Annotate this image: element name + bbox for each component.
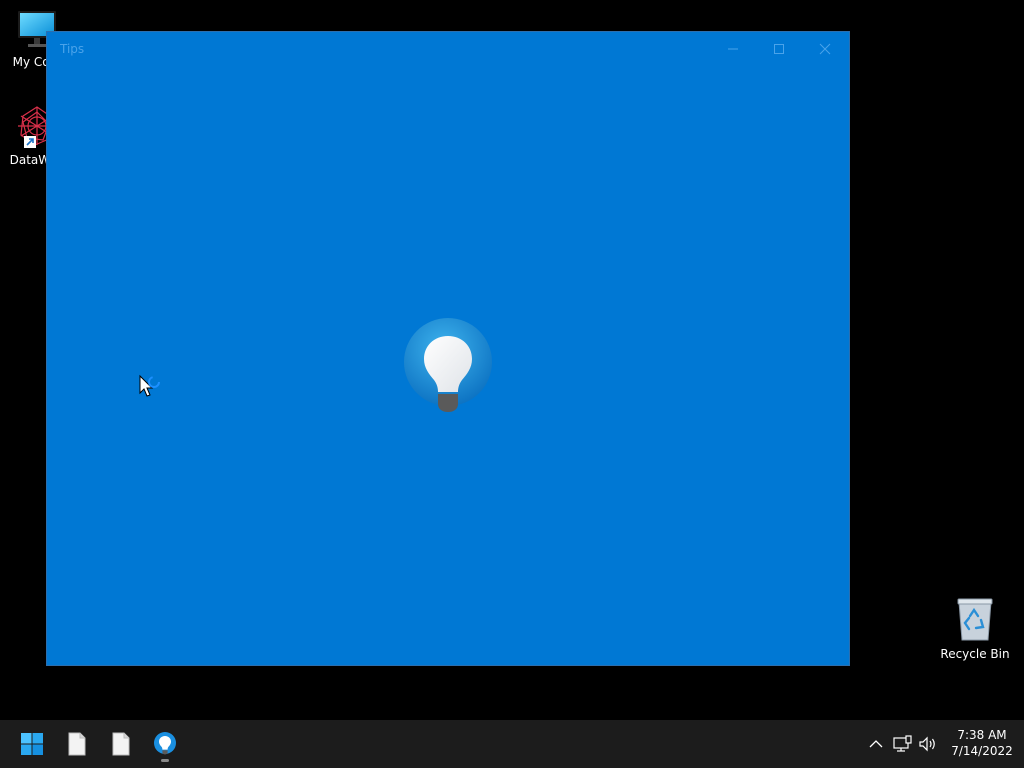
taskbar-tips-button[interactable] [145,724,185,764]
desktop-icon-label: Recycle Bin [940,647,1010,661]
busy-cursor-icon [139,374,160,397]
desktop-icon-recycle-bin[interactable]: Recycle Bin [937,596,1013,661]
start-button[interactable] [12,724,52,764]
maximize-button[interactable] [756,32,802,65]
taskbar: 7:38 AM 7/14/2022 [0,720,1024,768]
clock[interactable]: 7:38 AM 7/14/2022 [944,727,1020,759]
title-bar[interactable]: Tips [47,32,849,65]
clock-time: 7:38 AM [957,728,1007,742]
minimize-button[interactable] [710,32,756,65]
minimize-icon [728,48,738,49]
file-icon [112,732,130,756]
window-title: Tips [60,42,85,56]
network-button[interactable] [891,732,915,756]
chevron-up-icon [869,740,883,748]
network-icon [893,735,912,752]
volume-button[interactable] [916,732,940,756]
file-icon [68,732,86,756]
desktop: My Com DataWag Recycle Bin Tips [0,0,1024,720]
close-button[interactable] [802,32,848,65]
tips-lightbulb-icon [154,732,176,755]
clock-date: 7/14/2022 [951,744,1013,758]
taskbar-file-button[interactable] [101,724,141,764]
tips-window[interactable]: Tips [47,32,849,665]
volume-icon [919,736,935,752]
taskbar-file-button[interactable] [57,724,97,764]
windows-start-icon [21,733,43,755]
lightbulb-icon [404,318,492,412]
maximize-icon [774,43,784,54]
recycle-bin-icon [957,598,993,641]
close-icon [819,43,831,54]
show-hidden-icons-button[interactable] [864,732,888,756]
